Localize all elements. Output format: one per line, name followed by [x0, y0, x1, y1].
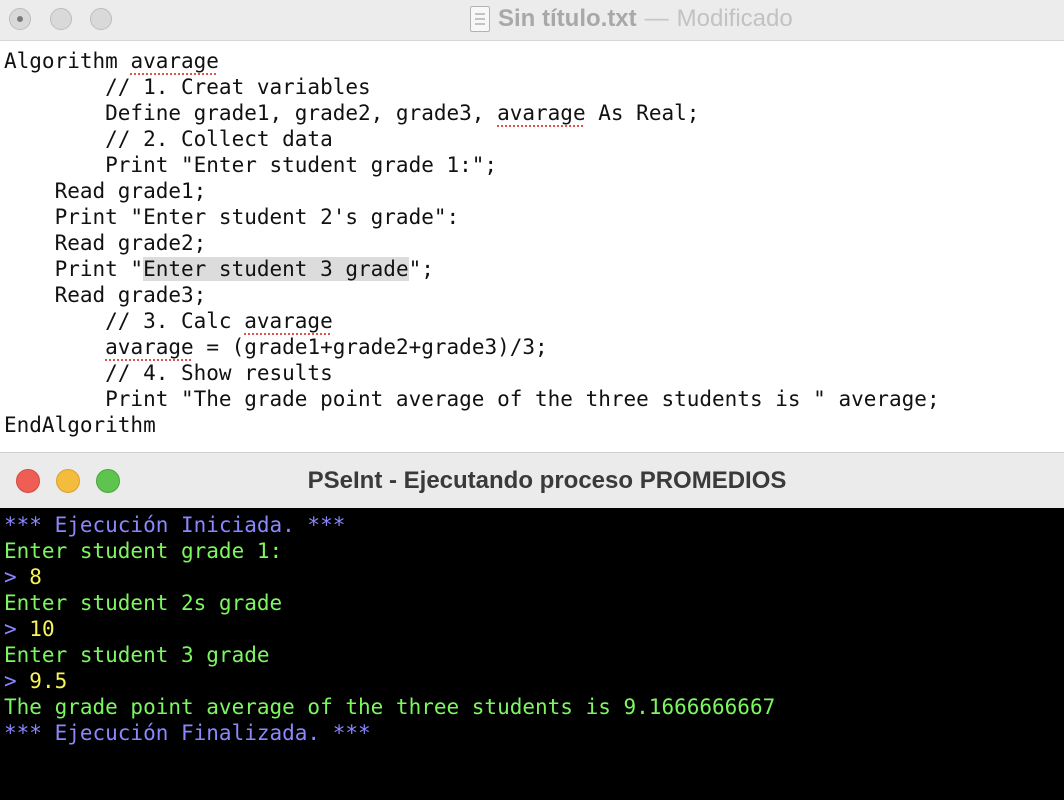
console-line: *** Ejecución Finalizada. ***	[4, 720, 371, 746]
text-editor-window: Sin título.txt — Modificado Algorithm av…	[0, 0, 1064, 452]
code-line: // 4. Show results	[4, 360, 333, 386]
pseint-window: PSeInt - Ejecutando proceso PROMEDIOS **…	[0, 452, 1064, 800]
console-text: Enter student 3 grade	[4, 643, 270, 667]
code-text: Read grade3;	[4, 283, 207, 307]
code-line: Print "Enter student 3 grade";	[4, 256, 434, 282]
document-name: Sin título.txt	[498, 5, 637, 32]
code-line: // 1. Creat variables	[4, 74, 371, 100]
code-text: Read grade1;	[4, 179, 207, 203]
misspelled-word: avarage	[497, 101, 586, 125]
console-line: Enter student grade 1:	[4, 538, 282, 564]
selected-text: Enter student 3 grade	[143, 257, 409, 281]
editor-title: Sin título.txt — Modificado	[470, 5, 793, 33]
editor-text-area[interactable]: Algorithm avarage // 1. Creat variables …	[0, 48, 1064, 452]
code-text: Print "Enter student 2's grade":	[4, 205, 460, 229]
code-text: // 2. Collect data	[4, 127, 333, 151]
console-line: > 10	[4, 616, 55, 642]
input-prompt: >	[4, 617, 30, 641]
close-button[interactable]	[9, 8, 31, 30]
console-line: Enter student 3 grade	[4, 642, 270, 668]
console-line: The grade point average of the three stu…	[4, 694, 775, 720]
console-line: > 8	[4, 564, 42, 590]
code-text: Print "Enter student grade 1:";	[4, 153, 498, 177]
code-line: Print "The grade point average of the th…	[4, 386, 940, 412]
console-line: > 9.5	[4, 668, 67, 694]
code-line: Print "Enter student grade 1:";	[4, 152, 497, 178]
code-text: = (grade1+grade2+grade3)/3;	[193, 335, 548, 359]
code-text: // 4. Show results	[4, 361, 333, 385]
zoom-button[interactable]	[90, 8, 112, 30]
minimize-button[interactable]	[50, 8, 72, 30]
input-prompt: >	[4, 669, 30, 693]
misspelled-word: avarage	[244, 309, 333, 333]
code-text: // 3. Calc	[4, 309, 245, 333]
console-text: *** Ejecución Iniciada. ***	[4, 513, 346, 537]
misspelled-word: avarage	[130, 49, 219, 73]
pseint-title: PSeInt - Ejecutando proceso PROMEDIOS	[307, 467, 787, 494]
code-text: Algorithm	[4, 49, 131, 73]
code-text: Print "	[4, 257, 144, 281]
code-text: Define grade1, grade2, grade3,	[4, 101, 498, 125]
code-line: EndAlgorithm	[4, 412, 156, 438]
console-line: *** Ejecución Iniciada. ***	[4, 512, 345, 538]
code-line: Algorithm avarage	[4, 48, 219, 74]
code-line: // 2. Collect data	[4, 126, 333, 152]
user-input: 9.5	[29, 669, 68, 693]
code-line: avarage = (grade1+grade2+grade3)/3;	[4, 334, 548, 360]
code-line: Read grade2;	[4, 230, 207, 256]
code-line: Define grade1, grade2, grade3, avarage A…	[4, 100, 699, 126]
misspelled-word: avarage	[105, 335, 194, 359]
console-output[interactable]: *** Ejecución Iniciada. *** Enter student…	[0, 508, 1064, 800]
pseint-titlebar: PSeInt - Ejecutando proceso PROMEDIOS	[0, 452, 1064, 508]
code-text: ";	[408, 257, 434, 281]
document-icon	[470, 6, 490, 32]
console-text: *** Ejecución Finalizada. ***	[4, 721, 371, 745]
console-line: Enter student 2s grade	[4, 590, 282, 616]
editor-titlebar: Sin título.txt — Modificado	[0, 0, 1064, 41]
code-line: // 3. Calc avarage	[4, 308, 333, 334]
console-text: Enter student grade 1:	[4, 539, 283, 563]
console-text: Enter student 2s grade	[4, 591, 283, 615]
title-separator: —	[644, 5, 669, 32]
console-text: The grade point average of the three stu…	[4, 695, 776, 719]
input-prompt: >	[4, 565, 30, 589]
code-text: EndAlgorithm	[4, 413, 156, 437]
document-status: Modificado	[676, 5, 793, 32]
code-text: // 1. Creat variables	[4, 75, 371, 99]
user-input: 10	[29, 617, 55, 641]
code-line: Print "Enter student 2's grade":	[4, 204, 460, 230]
code-text: Read grade2;	[4, 231, 207, 255]
code-text: As Real;	[585, 101, 700, 125]
user-input: 8	[29, 565, 42, 589]
code-text: Print "The grade point average of the th…	[4, 387, 940, 411]
code-line: Read grade1;	[4, 178, 207, 204]
code-line: Read grade3;	[4, 282, 207, 308]
